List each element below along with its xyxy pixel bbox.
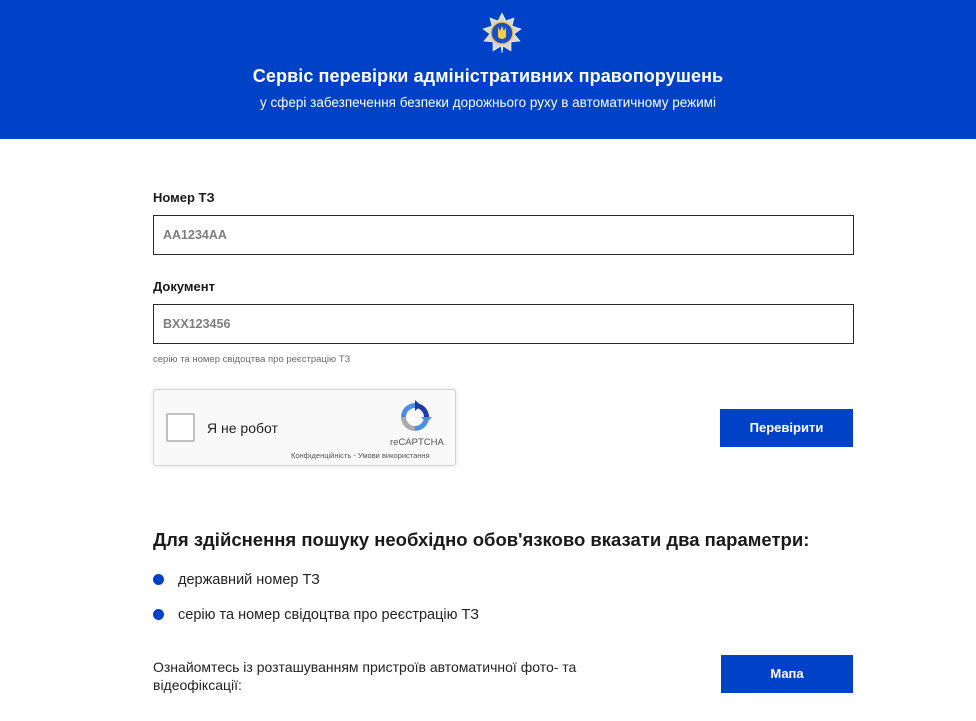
vehicle-number-input[interactable]: [153, 215, 854, 255]
recaptcha-links: Конфіденційність - Умови використання: [291, 451, 430, 460]
map-button[interactable]: Мапа: [721, 655, 853, 693]
document-hint: серію та номер свідоцтва про реєстрацію …: [153, 354, 351, 365]
map-description: Ознайомтесь із розташуванням пристроїв а…: [153, 659, 577, 693]
recaptcha-brand: reCAPTCHA: [390, 437, 444, 448]
recaptcha-terms-link[interactable]: Умови використання: [358, 451, 430, 460]
requirements-heading: Для здійснення пошуку необхідно обов'язк…: [153, 529, 810, 550]
document-input[interactable]: [153, 304, 854, 344]
bullet-dot-icon: [153, 574, 164, 585]
recaptcha-logo-icon: [401, 400, 432, 431]
bullet-dot-icon: [153, 609, 164, 620]
recaptcha-links-separator: -: [351, 451, 358, 460]
requirement-item: серію та номер свідоцтва про реєстрацію …: [153, 607, 479, 623]
site-header: Сервіс перевірки адміністративних правоп…: [0, 0, 976, 139]
requirement-item: державний номер ТЗ: [153, 572, 320, 588]
recaptcha-privacy-link[interactable]: Конфіденційність: [291, 451, 351, 460]
recaptcha-label: Я не робот: [207, 420, 278, 436]
recaptcha-checkbox[interactable]: [166, 413, 195, 442]
check-button[interactable]: Перевірити: [720, 409, 853, 447]
page-subtitle: у сфері забезпечення безпеки дорожнього …: [260, 95, 716, 110]
page-title: Сервіс перевірки адміністративних правоп…: [252, 66, 724, 86]
police-emblem-icon: [482, 12, 522, 54]
vehicle-number-label: Номер ТЗ: [153, 190, 215, 205]
recaptcha-widget: Я не робот reCAPTCHA Конфіденційність - …: [153, 389, 456, 466]
document-label: Документ: [153, 279, 215, 294]
requirement-item-text: державний номер ТЗ: [178, 572, 320, 588]
requirement-item-text: серію та номер свідоцтва про реєстрацію …: [178, 607, 479, 623]
